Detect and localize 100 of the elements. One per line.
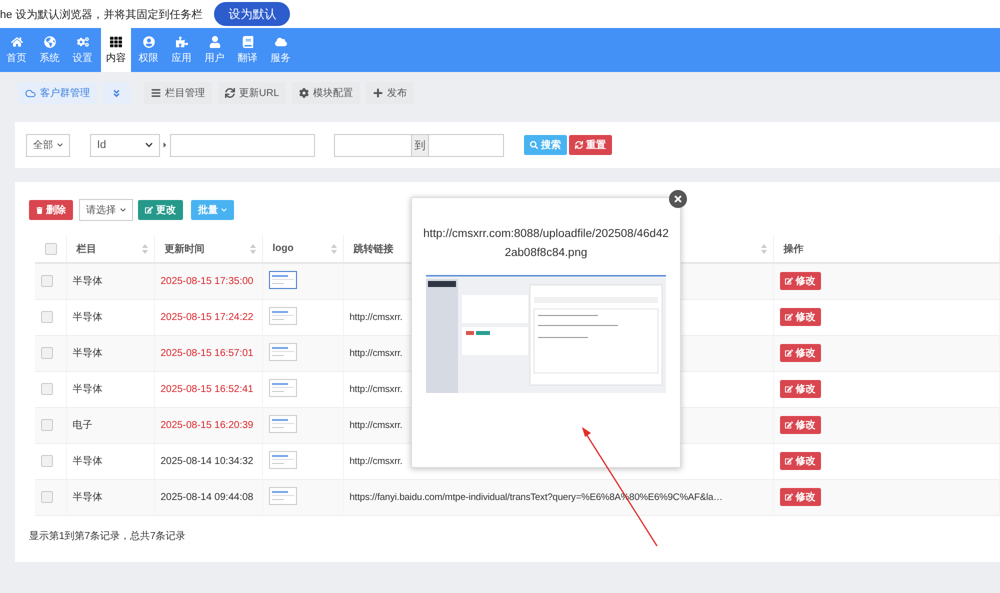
logo-thumbnail[interactable]	[268, 306, 296, 324]
sort-icon[interactable]	[250, 244, 256, 254]
category-text: 半导体	[72, 276, 102, 288]
row-checkbox[interactable]	[41, 383, 53, 395]
edit-button[interactable]: 修改	[780, 344, 820, 362]
column-header: 更新时间	[164, 242, 204, 256]
nav-item[interactable]: 服务	[264, 28, 297, 72]
row-checkbox[interactable]	[41, 419, 53, 431]
link-text: http://cmsxrr.	[350, 384, 402, 395]
tab[interactable]: 客户群管理	[18, 82, 97, 104]
range-separator: 到	[412, 134, 428, 156]
toolbar-button[interactable]: 栏目管理	[144, 82, 212, 104]
plus-icon	[373, 88, 384, 98]
nav-item[interactable]: 首页	[0, 28, 33, 72]
refresh-icon	[225, 88, 235, 98]
link-text: http://cmsxrr.	[350, 312, 402, 323]
row-checkbox[interactable]	[41, 311, 53, 323]
nav-label: 设置	[72, 52, 92, 64]
toolbar-button[interactable]: 发布	[366, 82, 414, 104]
nav-label: 服务	[270, 52, 290, 64]
expand-button[interactable]	[103, 82, 130, 104]
caret-icon	[161, 141, 169, 149]
batch-button[interactable]: 批量	[191, 200, 234, 220]
nav-item[interactable]: 系统	[33, 28, 66, 72]
cloud-icon	[25, 88, 36, 98]
link-text: http://cmsxrr.	[350, 348, 402, 359]
column-header: 操作	[784, 242, 804, 256]
puzzle-icon	[176, 36, 188, 48]
nav-label: 权限	[138, 52, 158, 64]
nav-item[interactable]: 应用	[165, 28, 198, 72]
logo-thumbnail[interactable]	[268, 450, 296, 468]
chevron-down-icon	[145, 141, 153, 149]
chevron-down-icon	[120, 207, 126, 213]
logo-thumbnail[interactable]	[268, 270, 296, 289]
nav-item[interactable]: 内容	[101, 28, 131, 72]
scope-dropdown[interactable]: 全部	[26, 134, 70, 156]
gears-icon	[76, 36, 88, 48]
edit-icon	[145, 206, 153, 214]
logo-thumbnail[interactable]	[268, 486, 296, 504]
logo-thumbnail[interactable]	[268, 378, 296, 396]
edit-button[interactable]: 修改	[780, 308, 820, 326]
toolbar-button[interactable]: 更新URL	[218, 82, 286, 104]
nav-label: 用户	[204, 52, 224, 64]
delete-button[interactable]: 删除	[29, 200, 73, 220]
update-time: 2025-08-15 17:35:00	[160, 276, 254, 288]
nav-item[interactable]: 设置	[66, 28, 99, 72]
update-time: 2025-08-14 09:44:08	[160, 492, 254, 503]
row-checkbox[interactable]	[41, 275, 53, 288]
nav-item[interactable]: 翻译	[231, 28, 264, 72]
category-text: 半导体	[72, 348, 102, 359]
globe-icon	[44, 36, 56, 48]
nav-item[interactable]: 用户	[198, 28, 231, 72]
grid-icon	[110, 36, 122, 48]
sort-icon[interactable]	[760, 244, 766, 254]
logo-thumbnail[interactable]	[268, 414, 296, 432]
sort-icon[interactable]	[330, 244, 336, 254]
nav-label: 应用	[172, 52, 192, 64]
search-icon	[530, 141, 538, 149]
row-checkbox[interactable]	[41, 347, 53, 359]
edit-button[interactable]: 修改	[780, 452, 820, 470]
row-checkbox[interactable]	[41, 455, 53, 467]
edit-button[interactable]: 修改	[780, 272, 820, 290]
column-header: 跳转链接	[354, 242, 394, 256]
chevron-down-icon	[57, 142, 63, 148]
record-count-text: 显示第1到第7条记录，总共7条记录	[29, 530, 187, 542]
sort-icon[interactable]	[142, 244, 148, 254]
edit-button[interactable]: 修改	[780, 488, 820, 506]
select-all-checkbox[interactable]	[45, 242, 57, 254]
toolbar-button[interactable]: 模块配置	[292, 82, 360, 104]
column-header: 栏目	[76, 242, 96, 256]
update-time: 2025-08-15 16:57:01	[160, 348, 254, 359]
book-icon	[242, 36, 254, 48]
change-button[interactable]: 更改	[138, 200, 183, 220]
select-dropdown[interactable]: 请选择	[79, 199, 133, 221]
range-end-field[interactable]	[428, 134, 504, 156]
image-url: http://cmsxrr.com:8088/uploadfile/202508/46d422ab08f8c84.png	[423, 227, 669, 261]
edit-button[interactable]: 修改	[780, 380, 820, 398]
field-select[interactable]: Id	[90, 134, 160, 156]
update-time: 2025-08-15 16:52:41	[160, 384, 254, 395]
category-text: 半导体	[72, 384, 102, 395]
link-text: http://cmsxrr.	[350, 420, 402, 431]
column-header: logo	[272, 243, 294, 254]
nav-label: 系统	[40, 52, 60, 64]
edit-icon	[784, 349, 792, 357]
edit-button[interactable]: 修改	[780, 416, 820, 434]
update-time: 2025-08-15 17:24:22	[160, 312, 254, 323]
close-icon	[673, 194, 683, 204]
category-text: 半导体	[72, 492, 102, 503]
row-checkbox[interactable]	[41, 491, 53, 503]
user-icon	[208, 36, 220, 48]
reset-button[interactable]: 重置	[569, 135, 612, 155]
range-start-field[interactable]	[334, 134, 412, 156]
set-default-button[interactable]: 设为默认	[214, 2, 290, 26]
search-field[interactable]	[170, 134, 315, 156]
search-button[interactable]: 搜索	[524, 135, 567, 155]
nav-label: 翻译	[238, 52, 258, 64]
logo-thumbnail[interactable]	[268, 342, 296, 360]
chevron-down-icon	[221, 207, 227, 213]
nav-item[interactable]: 权限	[132, 28, 165, 72]
edit-icon	[784, 313, 792, 321]
